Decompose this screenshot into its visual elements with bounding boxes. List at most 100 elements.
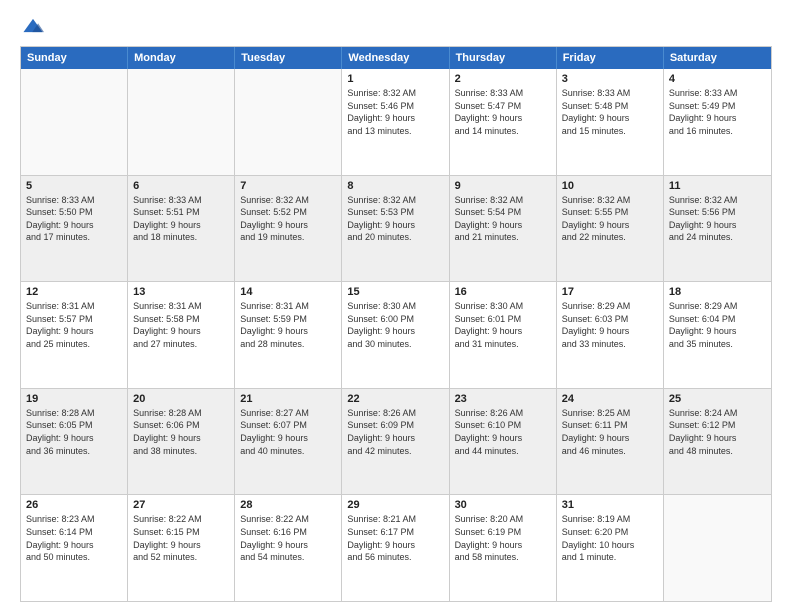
- weekday-header: Wednesday: [342, 47, 449, 69]
- day-info: Sunrise: 8:26 AM Sunset: 6:09 PM Dayligh…: [347, 407, 443, 457]
- day-number: 19: [26, 393, 122, 405]
- day-info: Sunrise: 8:28 AM Sunset: 6:06 PM Dayligh…: [133, 407, 229, 457]
- calendar-cell: 10Sunrise: 8:32 AM Sunset: 5:55 PM Dayli…: [557, 176, 664, 282]
- day-number: 7: [240, 180, 336, 192]
- calendar-cell: [664, 495, 771, 601]
- day-number: 4: [669, 73, 766, 85]
- calendar-cell: 11 Sunrise: 8:32 AM Sunset: 5:56 PM Dayli…: [664, 176, 771, 282]
- calendar-cell: 27 Sunrise: 8:22 AM Sunset: 6:15 PM Dayli…: [128, 495, 235, 601]
- calendar-cell: 30 Sunrise: 8:20 AM Sunset: 6:19 PM Dayli…: [450, 495, 557, 601]
- day-info: Sunrise: 8:32 AM Sunset: 5:54 PM Dayligh…: [455, 194, 551, 244]
- day-number: 30: [455, 499, 551, 511]
- day-info: Sunrise: 8:32 AM Sunset: 5:52 PM Dayligh…: [240, 194, 336, 244]
- day-number: 24: [562, 393, 658, 405]
- weekday-header: Monday: [128, 47, 235, 69]
- calendar-cell: 18 Sunrise: 8:29 AM Sunset: 6:04 PM Dayli…: [664, 282, 771, 388]
- day-number: 5: [26, 180, 122, 192]
- calendar-cell: [128, 69, 235, 175]
- calendar-cell: 7 Sunrise: 8:32 AM Sunset: 5:52 PM Daylig…: [235, 176, 342, 282]
- day-number: 25: [669, 393, 766, 405]
- calendar-row: 26Sunrise: 8:23 AM Sunset: 6:14 PM Dayli…: [21, 494, 771, 601]
- day-info: Sunrise: 8:30 AM Sunset: 6:01 PM Dayligh…: [455, 300, 551, 350]
- day-number: 18: [669, 286, 766, 298]
- calendar-cell: 5 Sunrise: 8:33 AM Sunset: 5:50 PM Daylig…: [21, 176, 128, 282]
- weekday-header: Friday: [557, 47, 664, 69]
- calendar-cell: 29Sunrise: 8:21 AM Sunset: 6:17 PM Dayli…: [342, 495, 449, 601]
- calendar-cell: 8 Sunrise: 8:32 AM Sunset: 5:53 PM Daylig…: [342, 176, 449, 282]
- day-number: 11: [669, 180, 766, 192]
- logo-icon: [22, 16, 44, 38]
- calendar-cell: 1Sunrise: 8:32 AM Sunset: 5:46 PM Daylig…: [342, 69, 449, 175]
- calendar-cell: 17 Sunrise: 8:29 AM Sunset: 6:03 PM Dayli…: [557, 282, 664, 388]
- calendar-cell: 28Sunrise: 8:22 AM Sunset: 6:16 PM Dayli…: [235, 495, 342, 601]
- calendar-cell: 23Sunrise: 8:26 AM Sunset: 6:10 PM Dayli…: [450, 389, 557, 495]
- day-number: 27: [133, 499, 229, 511]
- calendar-cell: 4Sunrise: 8:33 AM Sunset: 5:49 PM Daylig…: [664, 69, 771, 175]
- calendar-cell: 14 Sunrise: 8:31 AM Sunset: 5:59 PM Dayli…: [235, 282, 342, 388]
- day-info: Sunrise: 8:20 AM Sunset: 6:19 PM Dayligh…: [455, 513, 551, 563]
- day-number: 8: [347, 180, 443, 192]
- calendar-cell: [235, 69, 342, 175]
- calendar-cell: [21, 69, 128, 175]
- day-info: Sunrise: 8:33 AM Sunset: 5:50 PM Dayligh…: [26, 194, 122, 244]
- calendar-row: 5 Sunrise: 8:33 AM Sunset: 5:50 PM Daylig…: [21, 175, 771, 282]
- day-number: 12: [26, 286, 122, 298]
- day-info: Sunrise: 8:32 AM Sunset: 5:55 PM Dayligh…: [562, 194, 658, 244]
- day-info: Sunrise: 8:31 AM Sunset: 5:58 PM Dayligh…: [133, 300, 229, 350]
- day-info: Sunrise: 8:24 AM Sunset: 6:12 PM Dayligh…: [669, 407, 766, 457]
- day-info: Sunrise: 8:31 AM Sunset: 5:59 PM Dayligh…: [240, 300, 336, 350]
- day-info: Sunrise: 8:26 AM Sunset: 6:10 PM Dayligh…: [455, 407, 551, 457]
- day-number: 16: [455, 286, 551, 298]
- day-number: 15: [347, 286, 443, 298]
- day-info: Sunrise: 8:33 AM Sunset: 5:51 PM Dayligh…: [133, 194, 229, 244]
- calendar-cell: 15 Sunrise: 8:30 AM Sunset: 6:00 PM Dayli…: [342, 282, 449, 388]
- day-info: Sunrise: 8:32 AM Sunset: 5:53 PM Dayligh…: [347, 194, 443, 244]
- day-info: Sunrise: 8:23 AM Sunset: 6:14 PM Dayligh…: [26, 513, 122, 563]
- calendar-body: 1Sunrise: 8:32 AM Sunset: 5:46 PM Daylig…: [21, 69, 771, 601]
- day-number: 29: [347, 499, 443, 511]
- day-info: Sunrise: 8:32 AM Sunset: 5:56 PM Dayligh…: [669, 194, 766, 244]
- calendar-cell: 12 Sunrise: 8:31 AM Sunset: 5:57 PM Dayli…: [21, 282, 128, 388]
- calendar-cell: 19 Sunrise: 8:28 AM Sunset: 6:05 PM Dayli…: [21, 389, 128, 495]
- day-info: Sunrise: 8:29 AM Sunset: 6:04 PM Dayligh…: [669, 300, 766, 350]
- weekday-header: Thursday: [450, 47, 557, 69]
- calendar-cell: 24 Sunrise: 8:25 AM Sunset: 6:11 PM Dayli…: [557, 389, 664, 495]
- calendar-cell: 26Sunrise: 8:23 AM Sunset: 6:14 PM Dayli…: [21, 495, 128, 601]
- calendar-cell: 9Sunrise: 8:32 AM Sunset: 5:54 PM Daylig…: [450, 176, 557, 282]
- calendar-cell: 22Sunrise: 8:26 AM Sunset: 6:09 PM Dayli…: [342, 389, 449, 495]
- weekday-header: Tuesday: [235, 47, 342, 69]
- day-number: 17: [562, 286, 658, 298]
- day-info: Sunrise: 8:22 AM Sunset: 6:16 PM Dayligh…: [240, 513, 336, 563]
- day-info: Sunrise: 8:29 AM Sunset: 6:03 PM Dayligh…: [562, 300, 658, 350]
- logo: [20, 16, 46, 38]
- calendar-row: 12 Sunrise: 8:31 AM Sunset: 5:57 PM Dayli…: [21, 281, 771, 388]
- page: SundayMondayTuesdayWednesdayThursdayFrid…: [0, 0, 792, 612]
- calendar-cell: 21 Sunrise: 8:27 AM Sunset: 6:07 PM Dayli…: [235, 389, 342, 495]
- calendar-cell: 31Sunrise: 8:19 AM Sunset: 6:20 PM Dayli…: [557, 495, 664, 601]
- calendar-cell: 2Sunrise: 8:33 AM Sunset: 5:47 PM Daylig…: [450, 69, 557, 175]
- weekday-header: Sunday: [21, 47, 128, 69]
- day-number: 14: [240, 286, 336, 298]
- day-number: 6: [133, 180, 229, 192]
- day-info: Sunrise: 8:33 AM Sunset: 5:47 PM Dayligh…: [455, 87, 551, 137]
- day-info: Sunrise: 8:31 AM Sunset: 5:57 PM Dayligh…: [26, 300, 122, 350]
- day-info: Sunrise: 8:32 AM Sunset: 5:46 PM Dayligh…: [347, 87, 443, 137]
- day-number: 20: [133, 393, 229, 405]
- calendar-row: 1Sunrise: 8:32 AM Sunset: 5:46 PM Daylig…: [21, 69, 771, 175]
- calendar-row: 19 Sunrise: 8:28 AM Sunset: 6:05 PM Dayli…: [21, 388, 771, 495]
- weekday-header: Saturday: [664, 47, 771, 69]
- calendar-cell: 20 Sunrise: 8:28 AM Sunset: 6:06 PM Dayli…: [128, 389, 235, 495]
- day-number: 3: [562, 73, 658, 85]
- day-info: Sunrise: 8:19 AM Sunset: 6:20 PM Dayligh…: [562, 513, 658, 563]
- calendar-cell: 25 Sunrise: 8:24 AM Sunset: 6:12 PM Dayli…: [664, 389, 771, 495]
- day-info: Sunrise: 8:27 AM Sunset: 6:07 PM Dayligh…: [240, 407, 336, 457]
- day-number: 13: [133, 286, 229, 298]
- day-info: Sunrise: 8:33 AM Sunset: 5:48 PM Dayligh…: [562, 87, 658, 137]
- day-info: Sunrise: 8:28 AM Sunset: 6:05 PM Dayligh…: [26, 407, 122, 457]
- calendar: SundayMondayTuesdayWednesdayThursdayFrid…: [20, 46, 772, 602]
- day-info: Sunrise: 8:22 AM Sunset: 6:15 PM Dayligh…: [133, 513, 229, 563]
- day-info: Sunrise: 8:25 AM Sunset: 6:11 PM Dayligh…: [562, 407, 658, 457]
- day-number: 21: [240, 393, 336, 405]
- day-info: Sunrise: 8:30 AM Sunset: 6:00 PM Dayligh…: [347, 300, 443, 350]
- calendar-cell: 3 Sunrise: 8:33 AM Sunset: 5:48 PM Daylig…: [557, 69, 664, 175]
